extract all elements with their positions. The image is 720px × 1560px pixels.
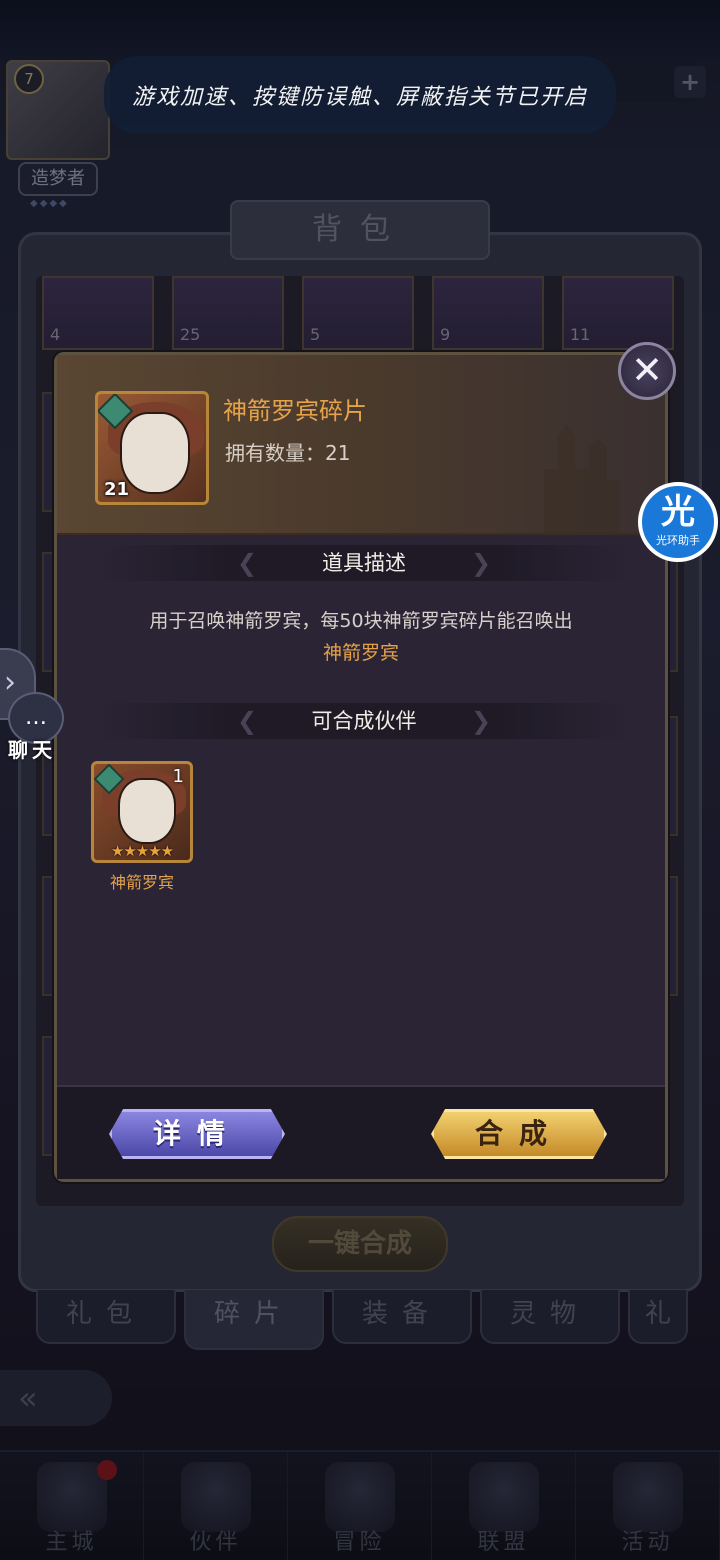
partner-name: 神箭罗宾 xyxy=(109,873,174,892)
chat-label[interactable]: 聊天 xyxy=(8,734,68,763)
star-rating: ★★★★★ xyxy=(110,842,174,860)
notification-banner: 游戏加速、按键防误触、屏蔽指关节已开启 xyxy=(104,56,616,134)
section-description-header: ❮ 道具描述 ❯ xyxy=(97,545,631,581)
portrait-face xyxy=(120,412,190,494)
fragment-count: 21 xyxy=(104,479,130,500)
detail-button[interactable]: 详情 xyxy=(109,1109,285,1159)
ornament-right-icon: ❯ xyxy=(470,549,492,577)
portrait-face xyxy=(118,778,176,844)
partner-card[interactable]: 1 ★★★★★ xyxy=(91,761,193,863)
owned-quantity: 拥有数量：21 xyxy=(225,441,351,465)
item-name: 神箭罗宾碎片 xyxy=(223,397,367,425)
description-text: 用于召唤神箭罗宾，每50块神箭罗宾碎片能召唤出 xyxy=(149,610,573,632)
modal-header: 21 神箭罗宾碎片 拥有数量：21 xyxy=(57,355,665,535)
item-description: 用于召唤神箭罗宾，每50块神箭罗宾碎片能召唤出 神箭罗宾 xyxy=(77,605,645,669)
ornament-left-icon: ❮ xyxy=(236,707,258,735)
castle-decoration xyxy=(544,425,621,535)
assistant-glyph: 光 xyxy=(661,492,695,532)
close-icon[interactable]: ✕ xyxy=(618,342,676,400)
section-title: 可合成伙伴 xyxy=(311,709,417,733)
description-highlight: 神箭罗宾 xyxy=(322,642,399,664)
partner-count: 1 xyxy=(172,766,184,787)
ornament-right-icon: ❯ xyxy=(470,707,492,735)
assistant-label: 光环助手 xyxy=(656,534,700,547)
section-title: 道具描述 xyxy=(322,551,406,575)
ornament-left-icon: ❮ xyxy=(236,549,258,577)
assistant-float-button[interactable]: 光 光环助手 xyxy=(638,482,718,562)
section-partner-header: ❮ 可合成伙伴 ❯ xyxy=(97,703,631,739)
combine-button[interactable]: 合成 xyxy=(431,1109,607,1159)
fragment-icon: 21 xyxy=(95,391,209,505)
item-detail-modal: 21 神箭罗宾碎片 拥有数量：21 ❮ 道具描述 ❯ 用于召唤神箭罗宾，每50块… xyxy=(54,352,668,1182)
